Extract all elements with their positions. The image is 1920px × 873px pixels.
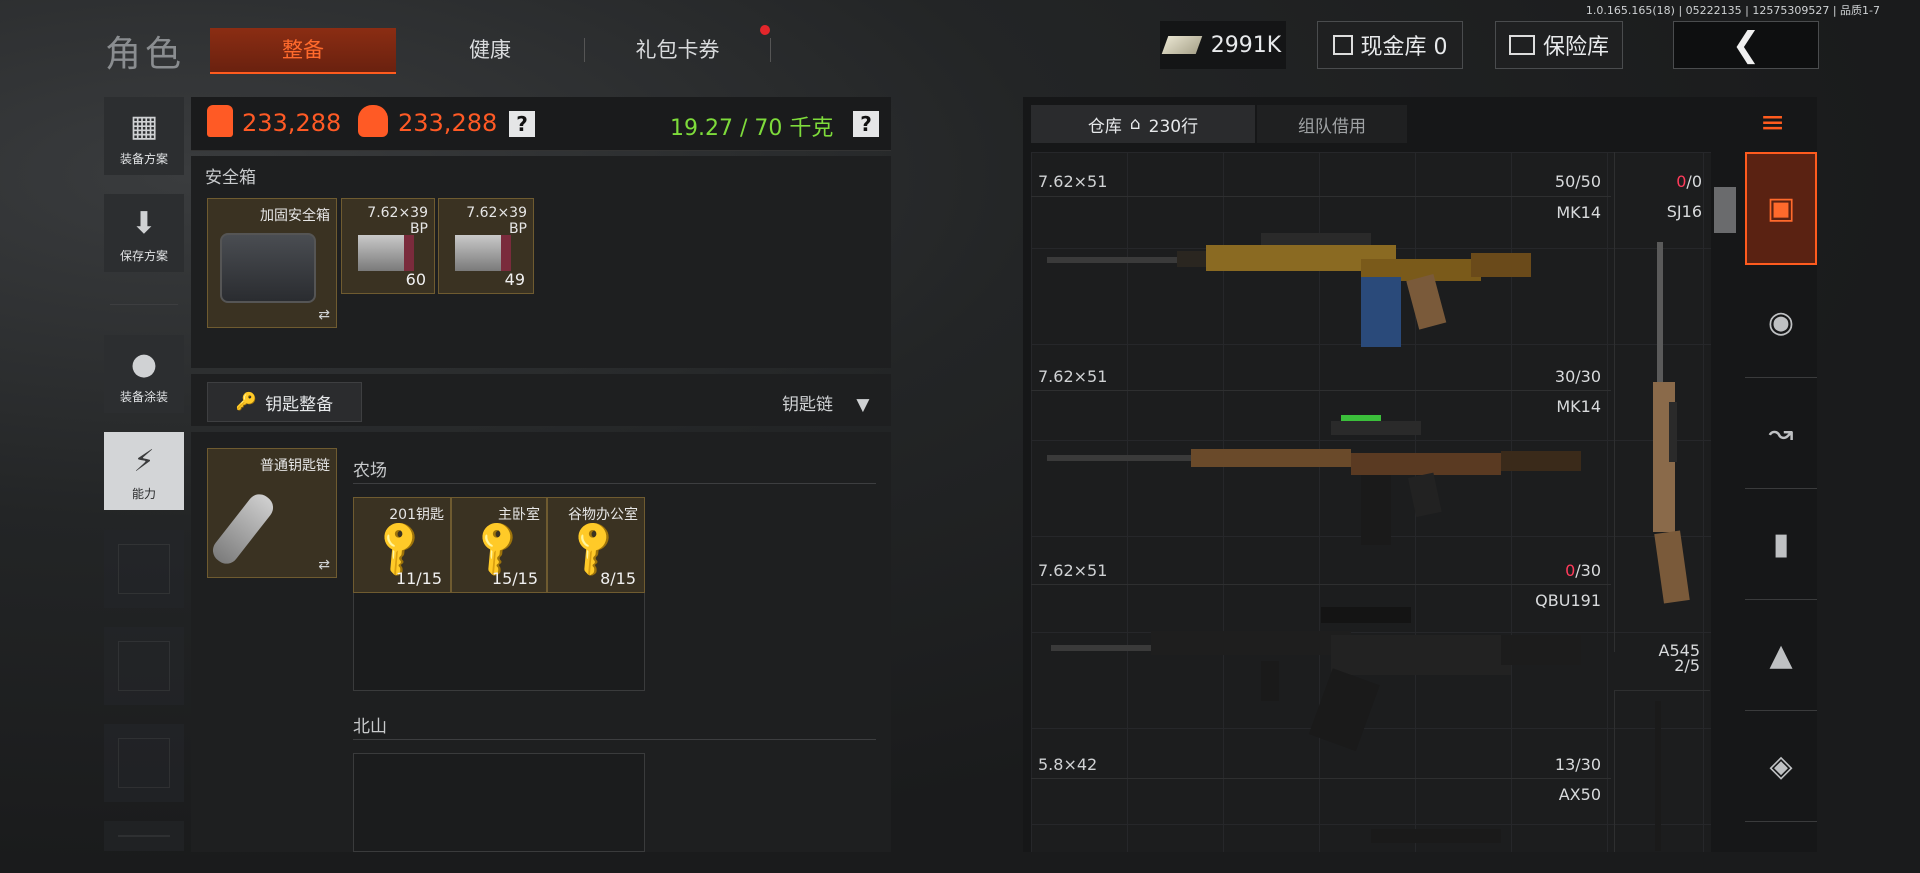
sidebar-empty-slot xyxy=(104,821,184,851)
filter-all-items[interactable]: ▣ xyxy=(1745,152,1817,265)
list-item[interactable]: MK14 7.62×51 30/30 xyxy=(1031,196,1611,390)
rifle-sj16-image xyxy=(1653,242,1690,604)
filter-helmets[interactable]: ◉ xyxy=(1745,267,1817,378)
keychain-container[interactable]: 普通钥匙链 ⇄ xyxy=(207,448,337,578)
vest-icon: ▦ xyxy=(129,109,159,144)
farm-divider xyxy=(353,483,876,484)
armor-icon xyxy=(207,105,233,137)
stack-icon: ▣ xyxy=(1766,191,1796,226)
tab-divider xyxy=(770,38,771,62)
north-divider xyxy=(353,739,876,740)
tab-warehouse[interactable]: 仓库 ⌂ 230行 xyxy=(1031,105,1255,143)
safebox-icon xyxy=(220,233,316,303)
tab-equipment[interactable]: 整备 xyxy=(210,28,396,74)
rifle-ax50-image xyxy=(1371,829,1501,843)
rifle-qbu191-image xyxy=(1051,607,1581,752)
sidebar-divider xyxy=(110,304,178,305)
north-label: 北山 xyxy=(353,717,387,737)
backpack-icon xyxy=(358,105,388,137)
scope-icon: ◈ xyxy=(1769,748,1793,784)
sidebar-item-skins[interactable]: ● 装备涂装 xyxy=(104,335,184,413)
farm-label: 农场 xyxy=(353,461,387,481)
list-item-vertical[interactable]: A545 xyxy=(1614,641,1710,852)
helmet-icon: ◉ xyxy=(1767,304,1795,340)
keychain-dropdown[interactable]: 钥匙链 ▼ xyxy=(782,390,869,415)
list-item[interactable]: AX50 xyxy=(1031,778,1611,852)
filter-ammo[interactable]: ▲ xyxy=(1745,600,1817,711)
page-title: 角色 xyxy=(105,34,186,75)
notification-dot xyxy=(760,25,770,35)
swap-icon: ⇄ xyxy=(318,557,330,573)
scrollbar-thumb[interactable] xyxy=(1714,187,1736,233)
sidebar-empty-slot xyxy=(104,530,184,608)
list-item[interactable]: 7.62×51 50/50 xyxy=(1031,152,1611,196)
north-key-grid xyxy=(353,753,645,852)
safebox-container[interactable]: 加固安全箱 ⇄ xyxy=(207,198,337,328)
armor-value: 233,288 xyxy=(242,109,342,137)
help-button[interactable]: ? xyxy=(509,111,535,137)
money-display: 2991K xyxy=(1160,21,1286,69)
ammo-box-icon xyxy=(358,235,414,271)
sidebar-item-ability[interactable]: ⚡ 能力 xyxy=(104,432,184,510)
weapon-list: 7.62×51 50/50 MK14 7.62×51 30/30 MK14 7.… xyxy=(1031,152,1711,852)
weight-display: 19.27 / 70 千克 xyxy=(670,116,834,141)
money-amount: 2991K xyxy=(1210,32,1282,58)
rifle-mk14-gold-image xyxy=(1047,233,1531,347)
cash-vault-button[interactable]: 现金库 0 xyxy=(1317,21,1463,69)
key-slot[interactable]: 201钥匙 🔑 11/15 xyxy=(353,497,451,593)
filter-attachments[interactable]: ◈ xyxy=(1745,711,1817,822)
key-icon: 🔑 xyxy=(235,392,258,412)
rifle-icon: ↝ xyxy=(1768,415,1794,451)
swap-icon: ⇄ xyxy=(318,307,330,323)
home-icon: ⌂ xyxy=(1129,114,1141,134)
ammo-slot[interactable]: 7.62×39 BP 49 xyxy=(438,198,534,294)
filter-magazines[interactable]: ▮ xyxy=(1745,489,1817,600)
filter-weapons[interactable]: ↝ xyxy=(1745,378,1817,489)
key-slot[interactable]: 谷物办公室 🔑 8/15 xyxy=(547,497,645,593)
safebox-label: 安全箱 xyxy=(205,168,256,188)
key-slot[interactable]: 主卧室 🔑 15/15 xyxy=(451,497,547,593)
tab-gift-vouchers[interactable]: 礼包卡券 xyxy=(590,28,765,72)
back-button[interactable]: ❮ xyxy=(1673,21,1819,69)
sort-stack-icon[interactable]: ≡ xyxy=(1760,105,1785,140)
magazine-icon: ▮ xyxy=(1772,526,1790,562)
chevron-down-icon: ▼ xyxy=(856,395,870,415)
cash-icon xyxy=(1161,36,1203,54)
safe-icon xyxy=(1508,35,1535,55)
backpack-value: 233,288 xyxy=(398,109,498,137)
bullet-icon: ▲ xyxy=(1769,637,1793,673)
sidebar-empty-slot xyxy=(104,627,184,705)
lightning-hex-icon: ⚡ xyxy=(133,444,155,479)
list-item-vertical[interactable]: 0/0 SJ16 2/5 xyxy=(1614,152,1710,675)
rifle-mk14-bronze-image xyxy=(1047,415,1581,545)
chevron-left-icon: ❮ xyxy=(1731,25,1761,65)
download-icon: ⬇ xyxy=(131,206,157,241)
tab-divider xyxy=(584,38,585,62)
ammo-box-icon xyxy=(455,235,511,271)
version-info: 1.0.165.165(18) | 05222135 | 12575309527… xyxy=(1585,4,1880,17)
key-equip-button[interactable]: 🔑 钥匙整备 xyxy=(207,382,362,422)
keychain-icon xyxy=(208,489,278,569)
list-item[interactable]: MK14 7.62×51 0/30 xyxy=(1031,390,1611,584)
tab-health[interactable]: 健康 xyxy=(400,28,580,72)
safe-vault-button[interactable]: 保险库 xyxy=(1495,21,1623,69)
weight-help-button[interactable]: ? xyxy=(853,111,879,137)
sidebar-item-loadout-plan[interactable]: ▦ 装备方案 xyxy=(104,97,184,175)
list-item[interactable]: QBU191 5.8×42 13/30 xyxy=(1031,584,1611,778)
vault-icon xyxy=(1332,35,1353,55)
ammo-slot[interactable]: 7.62×39 BP 60 xyxy=(341,198,435,294)
rifle-a545-image xyxy=(1655,701,1661,851)
helmet-icon: ● xyxy=(130,347,158,382)
sidebar-item-save-plan[interactable]: ⬇ 保存方案 xyxy=(104,194,184,272)
sidebar-empty-slot xyxy=(104,724,184,802)
tab-team-borrow[interactable]: 组队借用 xyxy=(1257,105,1407,143)
